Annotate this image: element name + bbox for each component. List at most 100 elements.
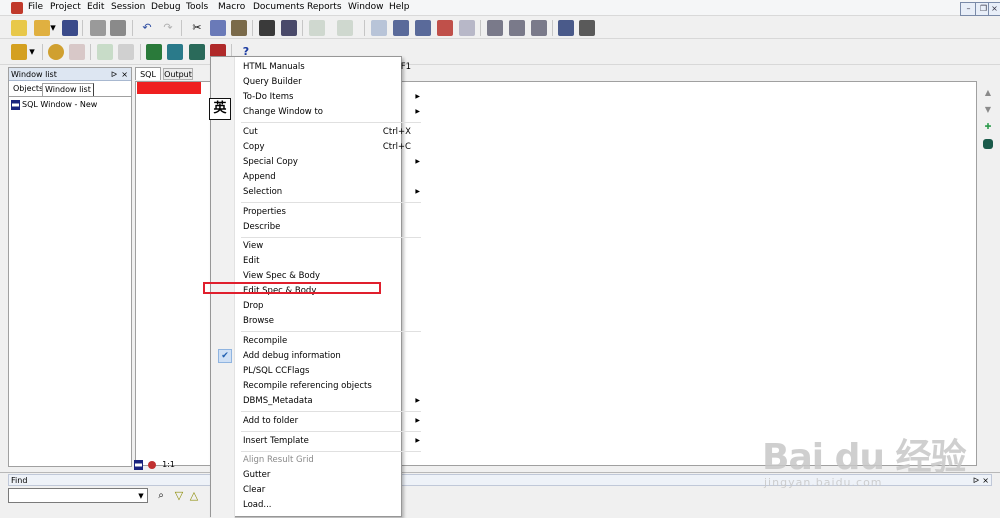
menu-macro[interactable]: Macro: [218, 2, 245, 12]
menu-help[interactable]: Help: [389, 2, 410, 12]
format-options-icon[interactable]: [509, 20, 525, 36]
print-icon[interactable]: [90, 20, 106, 36]
menu-item-describe[interactable]: Describe: [235, 220, 425, 234]
cut-icon[interactable]: ✂: [189, 20, 205, 36]
find-prev-icon[interactable]: △: [186, 488, 202, 504]
menu-item-selection[interactable]: Selection ▶: [235, 185, 425, 199]
menu-item-properties[interactable]: Properties: [235, 205, 425, 219]
menu-item-edit[interactable]: Edit: [235, 254, 425, 268]
menu-item-browse[interactable]: Browse: [235, 314, 425, 328]
menu-item-add-to-folder[interactable]: Add to folder ▶: [235, 414, 425, 428]
menu-item-clear[interactable]: Clear: [235, 483, 425, 497]
break-icon[interactable]: [69, 44, 85, 60]
binoculars-icon[interactable]: ⌕: [153, 488, 169, 504]
db-connect-icon[interactable]: [146, 44, 162, 60]
print-preview-icon[interactable]: [110, 20, 126, 36]
doc-icon[interactable]: [371, 20, 387, 36]
format-icon[interactable]: [487, 20, 503, 36]
menu-item-change-window[interactable]: Change Window to ▶: [235, 105, 425, 119]
menu-item-gutter[interactable]: Gutter: [235, 468, 425, 482]
toolbar-separator: [364, 20, 365, 36]
tab-objects[interactable]: Objects: [11, 83, 45, 95]
find-input[interactable]: ▼: [8, 488, 148, 503]
menu-file[interactable]: File: [28, 2, 43, 12]
forward-icon[interactable]: [337, 20, 353, 36]
chevron-down-icon[interactable]: ▾: [28, 44, 36, 60]
close-icon[interactable]: ×: [988, 2, 1000, 16]
key-icon[interactable]: [11, 44, 27, 60]
menu-edit[interactable]: Edit: [87, 2, 104, 12]
db-explain-icon[interactable]: [189, 44, 205, 60]
execute-icon[interactable]: [48, 44, 64, 60]
db-icon[interactable]: [983, 139, 993, 149]
tile-icon[interactable]: [579, 20, 595, 36]
chevron-down-icon[interactable]: ▾: [49, 20, 57, 36]
undo-icon[interactable]: ↶: [139, 20, 155, 36]
replace-icon[interactable]: [281, 20, 297, 36]
menu-item-append[interactable]: Append: [235, 170, 425, 184]
windows-icon[interactable]: [558, 20, 574, 36]
menu-item-align-result-grid: Align Result Grid: [243, 455, 314, 465]
db-session-icon[interactable]: [167, 44, 183, 60]
menu-reports[interactable]: Reports: [307, 2, 342, 12]
redo-icon[interactable]: ↷: [160, 20, 176, 36]
pin-icon[interactable]: ᐅ: [111, 68, 117, 81]
menu-item-recompile[interactable]: Recompile: [235, 334, 425, 348]
find-next-icon[interactable]: ▽: [171, 488, 187, 504]
copy-icon[interactable]: [210, 20, 226, 36]
menu-item-cut[interactable]: Cut Ctrl+X: [235, 125, 425, 139]
save-icon[interactable]: [62, 20, 78, 36]
menu-item-view[interactable]: View: [235, 239, 425, 253]
menu-window[interactable]: Window: [348, 2, 384, 12]
editor-side-strip: ▲ ▼ ✚: [979, 81, 999, 466]
close-icon[interactable]: ×: [121, 68, 128, 81]
arrow-down-icon[interactable]: ▼: [983, 105, 993, 115]
rollback-icon[interactable]: [118, 44, 134, 60]
menu-item-load[interactable]: Load...: [235, 498, 425, 512]
find-icon[interactable]: [259, 20, 275, 36]
menu-session[interactable]: Session: [111, 2, 145, 12]
menu-separator: [241, 451, 421, 452]
paste-icon[interactable]: [231, 20, 247, 36]
current-line-marker: [137, 82, 201, 94]
submenu-arrow-icon: ▶: [415, 397, 420, 404]
menu-item-html-manuals[interactable]: HTML Manuals F1: [235, 60, 425, 74]
menu-tools[interactable]: Tools: [186, 2, 208, 12]
menu-item-query-builder[interactable]: Query Builder: [235, 75, 425, 89]
menu-item-todo[interactable]: To-Do Items ▶: [235, 90, 425, 104]
close-icon[interactable]: ×: [982, 475, 989, 486]
unindent-icon[interactable]: [415, 20, 431, 36]
menu-item-drop[interactable]: Drop: [235, 299, 425, 313]
menu-item-insert-template[interactable]: Insert Template ▶: [235, 434, 425, 448]
sql-window-icon: [11, 99, 20, 110]
menu-item-copy[interactable]: Copy Ctrl+C: [235, 140, 425, 154]
menu-item-add-debug-info[interactable]: ✔ Add debug information: [218, 349, 425, 363]
tab-window-list[interactable]: Window list: [42, 83, 94, 96]
new-icon[interactable]: [11, 20, 27, 36]
menu-project[interactable]: Project: [50, 2, 81, 12]
tab-sql[interactable]: SQL: [135, 67, 161, 80]
menu-debug[interactable]: Debug: [151, 2, 181, 12]
comment-icon[interactable]: [437, 20, 453, 36]
list-item-label: SQL Window - New: [22, 100, 98, 109]
menu-item-special-copy[interactable]: Special Copy ▶: [235, 155, 425, 169]
chevron-down-icon[interactable]: ▼: [136, 490, 146, 502]
menu-item-recompile-referencing[interactable]: Recompile referencing objects: [235, 379, 425, 393]
format-all-icon[interactable]: [531, 20, 547, 36]
tab-output[interactable]: Output: [163, 68, 193, 80]
toolbar-separator: [302, 20, 303, 36]
plus-icon[interactable]: ✚: [983, 122, 993, 132]
arrow-up-icon[interactable]: ▲: [983, 88, 993, 98]
menu-item-view-spec-body[interactable]: View Spec & Body: [235, 269, 425, 283]
commit-icon[interactable]: [97, 44, 113, 60]
list-item[interactable]: SQL Window - New: [11, 99, 97, 110]
toolbar-separator: [140, 44, 141, 60]
back-icon[interactable]: [309, 20, 325, 36]
indent-icon[interactable]: [393, 20, 409, 36]
highlight-box: [203, 282, 381, 294]
menu-item-dbms-metadata[interactable]: DBMS_Metadata ▶: [235, 394, 425, 408]
uncomment-icon[interactable]: [459, 20, 475, 36]
menu-documents[interactable]: Documents: [253, 2, 304, 12]
open-icon[interactable]: [34, 20, 50, 36]
menu-item-plsql-ccflags[interactable]: PL/SQL CCFlags: [235, 364, 425, 378]
